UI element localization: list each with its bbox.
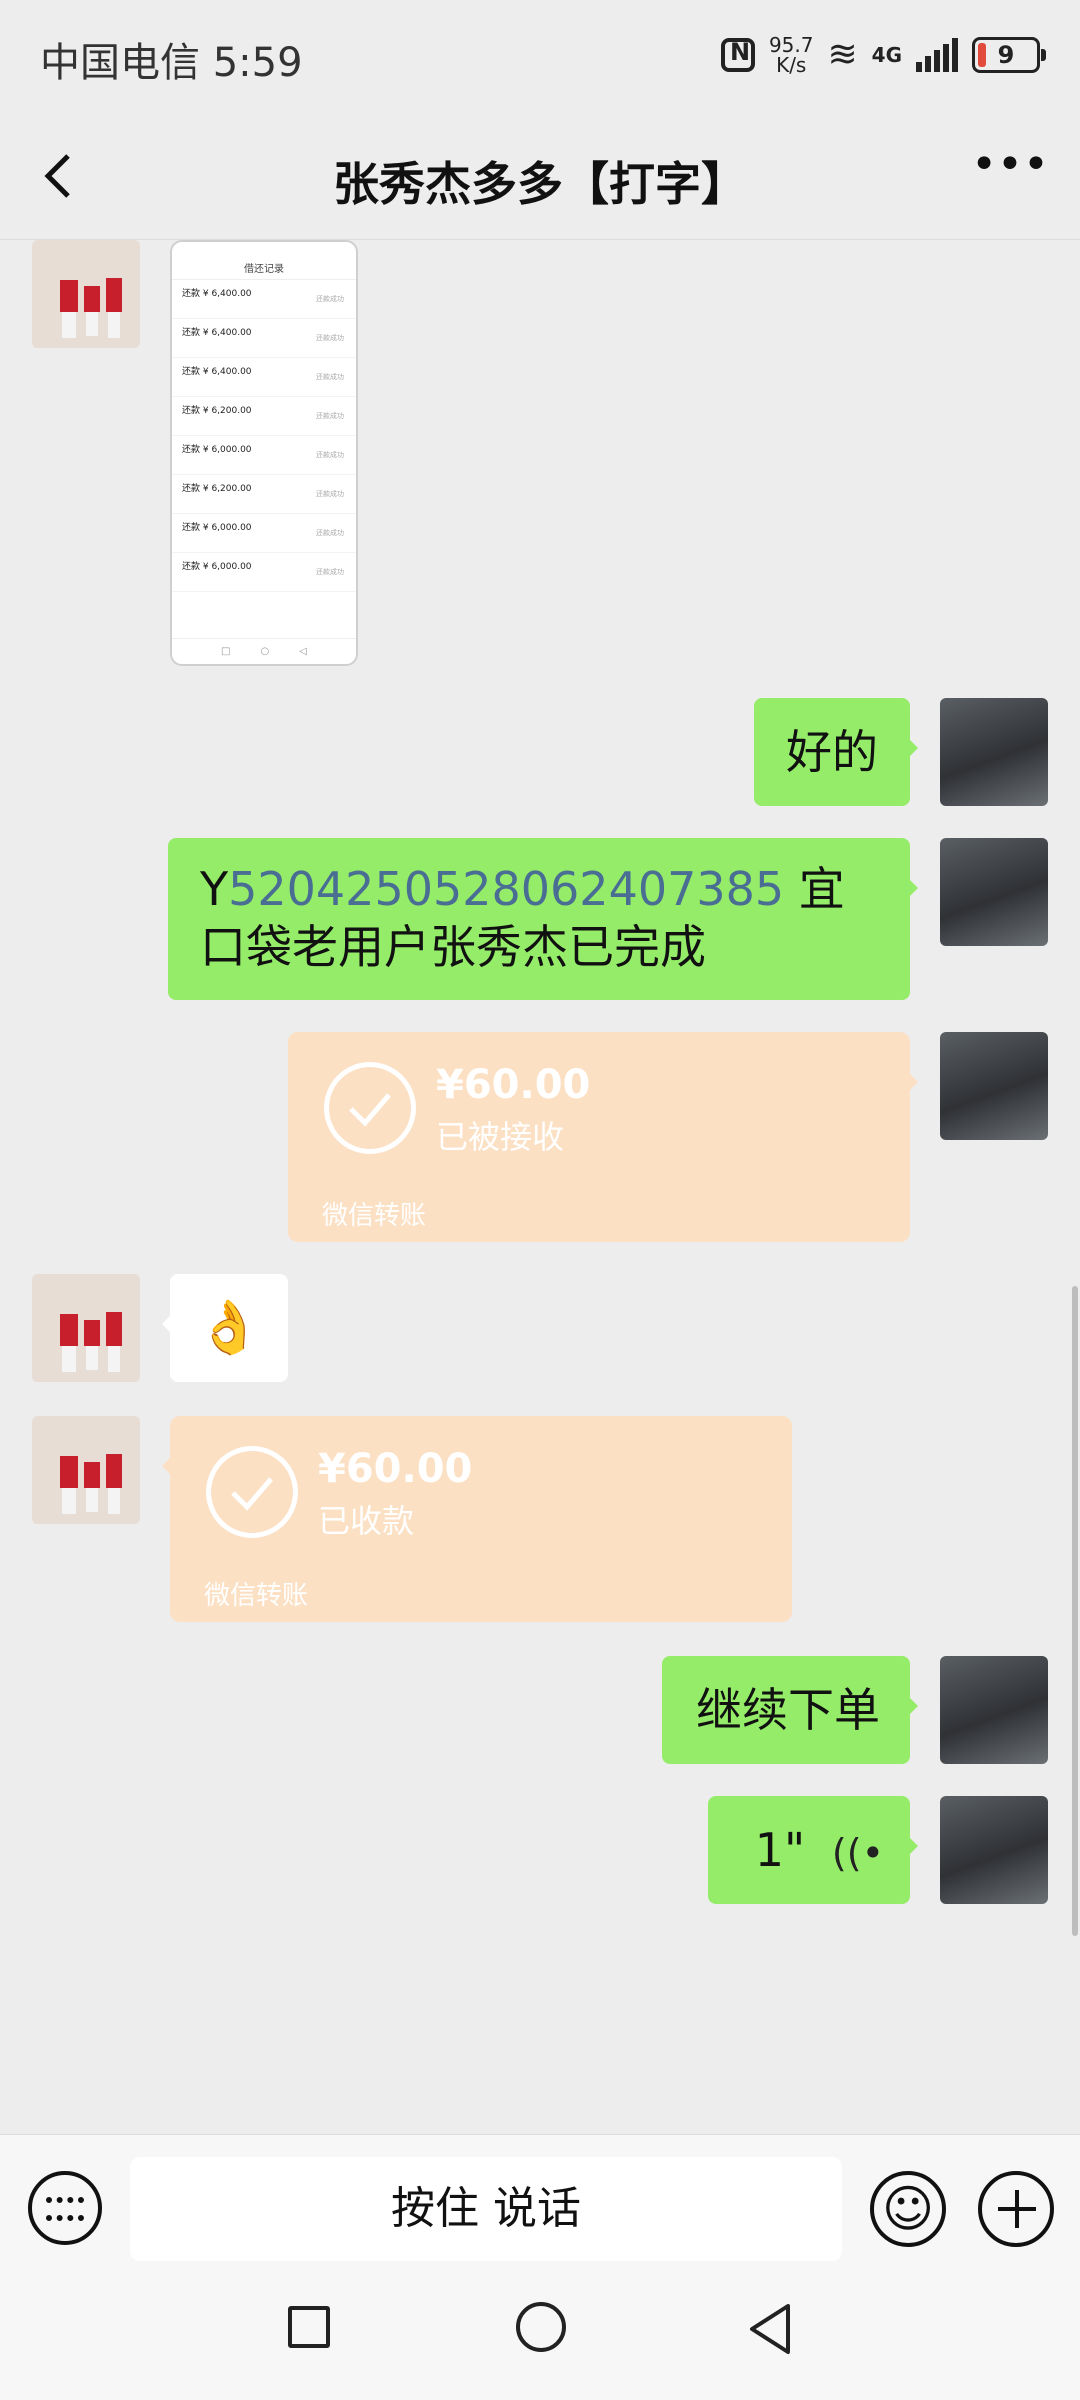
keyboard-icon <box>46 2197 84 2221</box>
row-status: 还款成功 <box>316 451 344 459</box>
avatar-image <box>32 240 140 348</box>
message-text: Y <box>200 862 229 916</box>
status-icons: 95.7 K/s ≋ 4G 9 <box>720 34 1046 75</box>
row-status: 还款成功 <box>316 529 344 537</box>
order-number-link[interactable]: 520425052806240738​5 <box>228 862 784 916</box>
home-button[interactable] <box>516 2302 566 2352</box>
avatar-image <box>32 1274 140 1382</box>
chat-title: 张秀杰多多【打字】 <box>333 157 747 211</box>
carrier-time: 中国电信 5:59 <box>40 40 303 86</box>
speed-unit: K/s <box>776 52 807 77</box>
transfer-card[interactable]: ¥60.00 已被接收 微信转账 <box>288 1032 918 1242</box>
message-bubble[interactable]: 👌 <box>162 1274 288 1382</box>
hold-to-talk-button[interactable]: 按住 说话 <box>130 2157 842 2261</box>
row-status: 还款成功 <box>316 373 344 381</box>
row-status: 还款成功 <box>316 490 344 498</box>
voice-duration: 1" <box>754 1823 806 1877</box>
transfer-card[interactable]: ¥60.00 已收款 微信转账 <box>162 1416 792 1622</box>
message-bubble[interactable]: 好的 <box>754 698 918 806</box>
more-options-button[interactable]: ••• <box>970 143 1050 200</box>
back-nav-button[interactable] <box>746 2302 796 2356</box>
my-avatar[interactable] <box>940 838 1048 946</box>
signal-icon <box>916 37 958 72</box>
message-text: 继续下单 <box>696 1683 880 1737</box>
transfer-footer: 微信转账 <box>322 1201 427 1231</box>
network-speed: 95.7 K/s <box>769 35 814 75</box>
screenshot-row: 还款 ¥ 6,400.00 还款成功 <box>172 280 356 319</box>
row-status: 还款成功 <box>316 295 344 303</box>
row-status: 还款成功 <box>316 334 344 342</box>
transfer-footer: 微信转账 <box>204 1581 309 1611</box>
message-bubble[interactable]: Y520425052806240738​5 宜口袋老用户张秀杰已完成 <box>168 838 918 1000</box>
screenshot-title: 借还记录 <box>244 264 284 275</box>
screenshot-row: 还款 ¥ 6,000.00 还款成功 <box>172 436 356 475</box>
network-type: 4G <box>871 42 902 67</box>
row-status: 还款成功 <box>316 412 344 420</box>
screenshot-row: 还款 ¥ 6,000.00 还款成功 <box>172 553 356 592</box>
screenshot-row: 还款 ¥ 6,400.00 还款成功 <box>172 319 356 358</box>
transfer-status: 已被接收 <box>436 1118 565 1156</box>
scrollbar[interactable] <box>1072 1286 1078 1936</box>
speed-value: 95.7 <box>768 32 814 57</box>
contact-avatar[interactable] <box>32 240 140 348</box>
more-functions-button[interactable] <box>978 2171 1054 2247</box>
smiley-icon: ☺ <box>881 2180 935 2238</box>
system-navbar <box>0 2264 1080 2400</box>
input-bar: 按住 说话 ☺ <box>0 2134 1080 2264</box>
avatar-image <box>32 1416 140 1524</box>
keyboard-toggle-button[interactable] <box>28 2171 102 2245</box>
voice-message-bubble[interactable]: 1" ((• <box>708 1796 918 1904</box>
check-circle-icon <box>206 1446 298 1538</box>
wifi-icon: ≋ <box>827 34 858 75</box>
screenshot-row: 还款 ¥ 6,000.00 还款成功 <box>172 514 356 553</box>
recent-apps-button[interactable] <box>288 2306 330 2348</box>
transfer-amount: ¥60.00 <box>436 1062 591 1108</box>
contact-avatar[interactable] <box>32 1416 140 1524</box>
voice-wave-icon: ((• <box>819 1831 884 1875</box>
my-avatar[interactable] <box>940 1656 1048 1764</box>
screenshot-row: 还款 ¥ 6,200.00 还款成功 <box>172 475 356 514</box>
check-circle-icon <box>324 1062 416 1154</box>
ok-hand-emoji: 👌 <box>196 1298 262 1358</box>
screenshot-navbar: □ ○ ◁ <box>172 638 356 664</box>
status-bar: 中国电信 5:59 95.7 K/s ≋ 4G 9 <box>0 0 1080 118</box>
shared-screenshot-image[interactable]: 借还记录 还款 ¥ 6,400.00 还款成功 还款 ¥ 6,400.00 还款成功… <box>170 240 358 666</box>
message-bubble[interactable]: 继续下单 <box>662 1656 918 1764</box>
emoji-button[interactable]: ☺ <box>870 2171 946 2247</box>
transfer-status: 已收款 <box>318 1502 415 1540</box>
screenshot-row: 还款 ¥ 6,200.00 还款成功 <box>172 397 356 436</box>
screenshot-row: 还款 ¥ 6,400.00 还款成功 <box>172 358 356 397</box>
my-avatar[interactable] <box>940 1796 1048 1904</box>
nfc-icon <box>720 37 755 72</box>
message-text: 好的 <box>786 725 878 779</box>
screenshot-header: 借还记录 <box>172 242 356 280</box>
battery-level: 9 <box>997 40 1015 69</box>
my-avatar[interactable] <box>940 698 1048 806</box>
battery-icon: 9 <box>972 36 1046 73</box>
my-avatar[interactable] <box>940 1032 1048 1140</box>
contact-avatar[interactable] <box>32 1274 140 1382</box>
row-status: 还款成功 <box>316 568 344 576</box>
more-dots-icon: ••• <box>971 139 1049 190</box>
chat-header: 张秀杰多多【打字】 ••• <box>0 118 1080 240</box>
transfer-amount: ¥60.00 <box>318 1446 473 1492</box>
